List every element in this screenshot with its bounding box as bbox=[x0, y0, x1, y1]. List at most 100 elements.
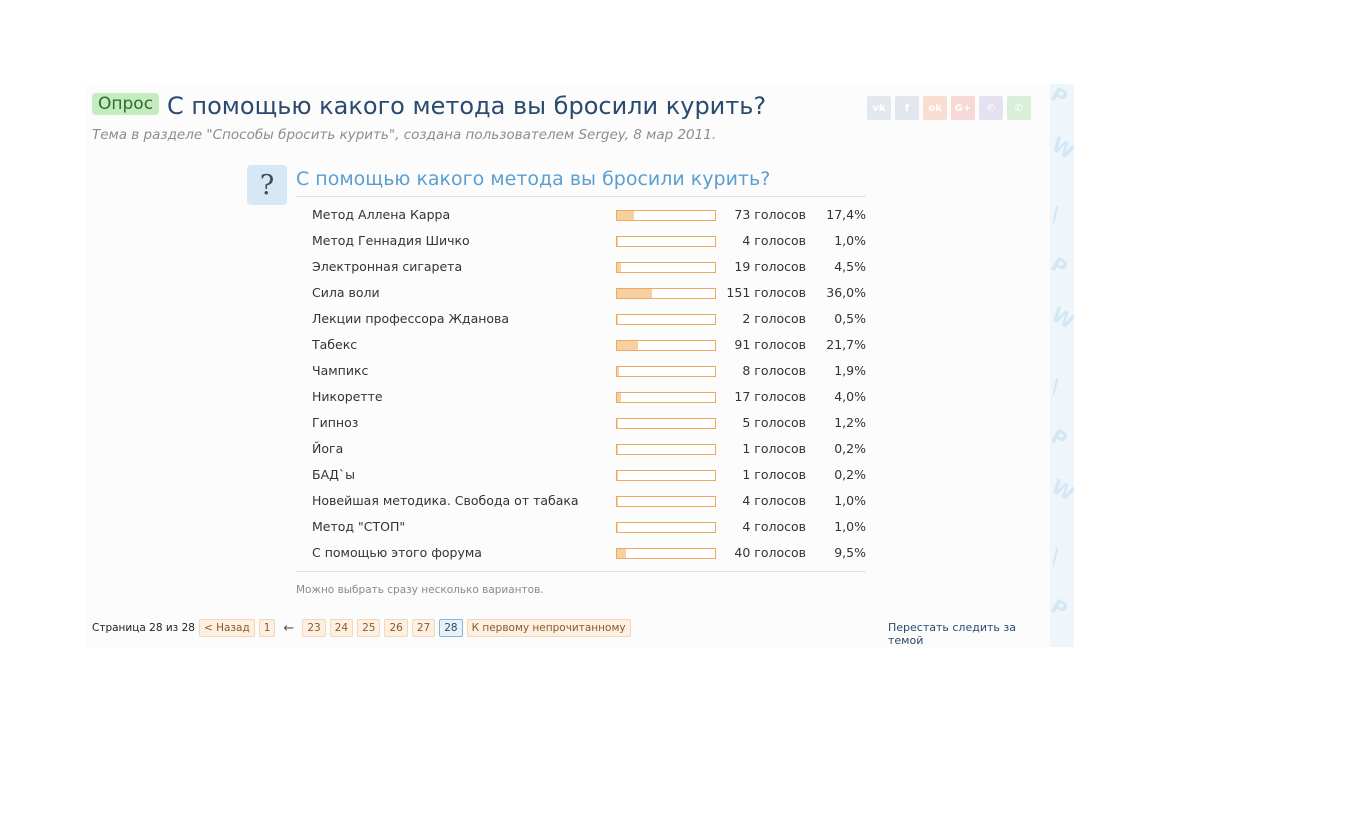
poll-result-bar-fill bbox=[617, 393, 621, 402]
poll-result-bar-fill bbox=[617, 237, 618, 246]
poll-result-bar-fill bbox=[617, 211, 635, 220]
poll-option-row: Чампикс 8 голосов 1,9% bbox=[296, 358, 866, 384]
poll-question-icon: ? bbox=[247, 165, 287, 205]
poll-option-votes: 151 голосов bbox=[726, 285, 806, 300]
poll-option-label: Метод Геннадия Шичко bbox=[312, 233, 470, 248]
watermark-glyph: \ bbox=[1050, 201, 1065, 227]
poll-option-label: С помощью этого форума bbox=[312, 545, 482, 560]
poll-result-bar bbox=[616, 392, 716, 403]
poll-option-label: Электронная сигарета bbox=[312, 259, 463, 274]
watermark-glyph: P bbox=[1050, 84, 1072, 111]
poll-option-row: Метод Аллена Карра 73 голосов 17,4% bbox=[296, 202, 866, 228]
poll-option-row: Метод Геннадия Шичко 4 голосов 1,0% bbox=[296, 228, 866, 254]
poll-option-percent: 1,2% bbox=[834, 415, 866, 430]
poll-option-row: Новейшая методика. Свобода от табака 4 го… bbox=[296, 488, 866, 514]
poll-result-bar bbox=[616, 444, 716, 455]
poll-option-label: Йога bbox=[312, 441, 344, 456]
poll-result-bar bbox=[616, 470, 716, 481]
poll-result-bar-fill bbox=[617, 289, 653, 298]
poll-option-percent: 4,0% bbox=[834, 389, 866, 404]
poll-result-bar bbox=[616, 314, 716, 325]
poll-option-row: Табекс 91 голосов 21,7% bbox=[296, 332, 866, 358]
poll-result-bar-fill bbox=[617, 263, 622, 272]
poll-option-row: Электронная сигарета 19 голосов 4,5% bbox=[296, 254, 866, 280]
watermark-glyph: P bbox=[1050, 593, 1072, 623]
poll-note: Можно выбрать сразу несколько вариантов. bbox=[296, 584, 544, 596]
watermark-glyph: W bbox=[1050, 302, 1074, 334]
thread-title: С помощью какого метода вы бросили курит… bbox=[167, 92, 767, 120]
poll-option-percent: 1,0% bbox=[834, 493, 866, 508]
page-link-first[interactable]: 1 bbox=[258, 619, 276, 637]
poll-option-votes: 19 голосов bbox=[734, 259, 806, 274]
poll-option-percent: 17,4% bbox=[826, 207, 866, 222]
first-unread-button[interactable]: К первому непрочитанному bbox=[466, 619, 631, 637]
whatsapp-icon[interactable]: ✆ bbox=[1007, 96, 1031, 120]
vk-icon[interactable]: vk bbox=[867, 96, 891, 120]
poll-option-votes: 1 голосов bbox=[742, 441, 806, 456]
poll-option-label: Гипноз bbox=[312, 415, 359, 430]
page-link[interactable]: 23 bbox=[302, 619, 326, 637]
poll-option-row: БАД`ы 1 голосов 0,2% bbox=[296, 462, 866, 488]
poll-option-label: Никоретте bbox=[312, 389, 383, 404]
poll-option-row: Лекции профессора Жданова 2 голосов 0,5% bbox=[296, 306, 866, 332]
poll-option-votes: 2 голосов bbox=[742, 311, 806, 326]
poll-option-row: Гипноз 5 голосов 1,2% bbox=[296, 410, 866, 436]
poll-result-bar bbox=[616, 522, 716, 533]
watermark-glyph: P bbox=[1050, 423, 1072, 453]
page-link[interactable]: 27 bbox=[411, 619, 436, 637]
thread-header: Опрос С помощью какого метода вы бросили … bbox=[92, 92, 766, 120]
poll-option-label: Чампикс bbox=[312, 363, 369, 378]
watermark-glyph: W bbox=[1050, 474, 1074, 506]
watermark-glyph: \ bbox=[1050, 543, 1065, 569]
poll-result-bar bbox=[616, 366, 716, 377]
poll-result-bar bbox=[616, 496, 716, 507]
poll-result-bar bbox=[616, 418, 716, 429]
facebook-icon[interactable]: f bbox=[895, 96, 919, 120]
watermark-glyph: W bbox=[1050, 132, 1074, 164]
poll-results: Метод Аллена Карра 73 голосов 17,4% Метод Г… bbox=[296, 202, 866, 566]
google-plus-icon[interactable]: G+ bbox=[951, 96, 975, 120]
watermark-glyph: P bbox=[1050, 251, 1072, 281]
page-link[interactable]: 26 bbox=[384, 619, 408, 637]
poll-option-percent: 9,5% bbox=[834, 545, 866, 560]
prev-page-button[interactable]: < Назад bbox=[198, 619, 255, 637]
poll-divider-bottom bbox=[296, 571, 866, 572]
poll-result-bar-fill bbox=[617, 549, 627, 558]
share-buttons: vk f ok G+ ✆ ✆ bbox=[867, 96, 1031, 120]
page-link-current[interactable]: 28 bbox=[439, 619, 463, 637]
page-counter: Страница 28 из 28 bbox=[92, 622, 195, 634]
poll-option-percent: 1,0% bbox=[834, 233, 866, 248]
poll-option-percent: 0,2% bbox=[834, 467, 866, 482]
poll-option-percent: 0,5% bbox=[834, 311, 866, 326]
poll-option-row: Йога 1 голосов 0,2% bbox=[296, 436, 866, 462]
poll-result-bar-fill bbox=[617, 497, 618, 506]
thread-description: Тема в разделе "Способы бросить курить",… bbox=[92, 127, 717, 143]
poll-option-votes: 73 голосов bbox=[734, 207, 806, 222]
viber-icon[interactable]: ✆ bbox=[979, 96, 1003, 120]
poll-result-bar bbox=[616, 262, 716, 273]
poll-option-row: Сила воли 151 голосов 36,0% bbox=[296, 280, 866, 306]
poll-option-votes: 4 голосов bbox=[742, 519, 806, 534]
page-links: 23 24 25 26 27 28 bbox=[302, 619, 463, 637]
poll-option-votes: 4 голосов bbox=[742, 233, 806, 248]
page-navigation: Страница 28 из 28 < Назад 1 ← 23 24 25 26 27… bbox=[92, 619, 631, 637]
unwatch-thread-link[interactable]: Перестать следить за темой bbox=[888, 621, 1050, 647]
poll-option-percent: 1,9% bbox=[834, 363, 866, 378]
poll-result-bar bbox=[616, 340, 716, 351]
thread-panel: Опрос С помощью какого метода вы бросили … bbox=[86, 84, 1050, 647]
poll-option-votes: 1 голосов bbox=[742, 467, 806, 482]
poll-result-bar bbox=[616, 236, 716, 247]
poll-option-percent: 0,2% bbox=[834, 441, 866, 456]
poll-divider-top bbox=[296, 196, 866, 197]
poll-option-label: Метод "СТОП" bbox=[312, 519, 406, 534]
thread-prefix-badge[interactable]: Опрос bbox=[92, 93, 160, 115]
poll-option-percent: 1,0% bbox=[834, 519, 866, 534]
page-link[interactable]: 25 bbox=[357, 619, 381, 637]
page-jump-arrow[interactable]: ← bbox=[279, 621, 298, 636]
poll-option-percent: 36,0% bbox=[826, 285, 866, 300]
poll-option-votes: 4 голосов bbox=[742, 493, 806, 508]
poll-option-row: Никоретте 17 голосов 4,0% bbox=[296, 384, 866, 410]
odnoklassniki-icon[interactable]: ok bbox=[923, 96, 947, 120]
poll-result-bar-fill bbox=[617, 341, 639, 350]
page-link[interactable]: 24 bbox=[329, 619, 354, 637]
